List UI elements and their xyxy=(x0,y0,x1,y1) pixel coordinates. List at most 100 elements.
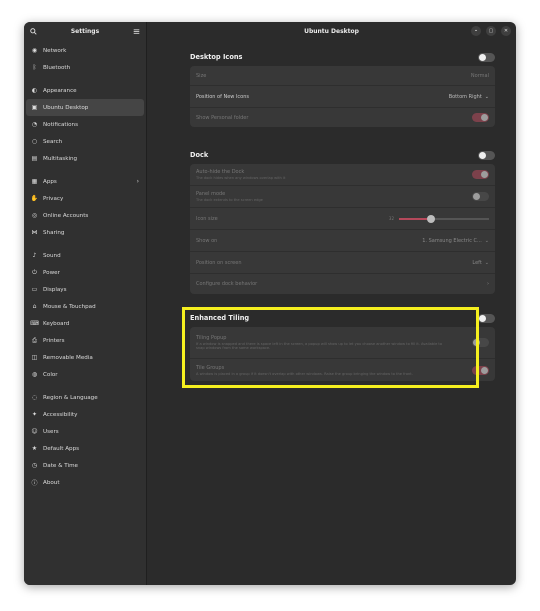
configure-dock-row[interactable]: Configure dock behavior › xyxy=(190,274,495,294)
show-on-row[interactable]: Show on 1. Samsung Electric C... ⌄ xyxy=(190,230,495,252)
sidebar-item-power[interactable]: ⏻ Power xyxy=(24,264,146,281)
sidebar-item-ubuntu-desktop[interactable]: ▣ Ubuntu Desktop xyxy=(26,99,144,116)
dock-icon-size-slider[interactable] xyxy=(399,214,489,223)
sidebar-list: ◉ Network ᛒ Bluetooth ◐ Appearance ▣ Ubuntu Des… xyxy=(24,42,146,491)
slider-knob[interactable] xyxy=(426,214,435,223)
sidebar-item-users[interactable]: ☺ Users xyxy=(24,423,146,440)
sidebar-item-color[interactable]: ◍ Color xyxy=(24,366,146,383)
clock-icon: ◷ xyxy=(31,462,38,469)
sidebar-item-network[interactable]: ◉ Network xyxy=(24,42,146,59)
apps-icon: ▦ xyxy=(31,178,38,185)
tiling-toggle[interactable] xyxy=(478,313,495,323)
tiling-card: Tiling Popup If a window is snapped and … xyxy=(190,327,495,381)
tile-groups-toggle[interactable] xyxy=(472,365,489,375)
sidebar-item-sound[interactable]: ♪ Sound xyxy=(24,247,146,264)
tiling-popup-label: Tiling Popup xyxy=(196,335,227,341)
bell-icon: ◔ xyxy=(31,121,38,128)
users-icon: ☺ xyxy=(31,428,38,435)
personal-folder-row: Show Personal folder xyxy=(190,108,495,127)
ubuntu-desktop-icon: ▣ xyxy=(31,104,38,111)
sidebar-item-label: About xyxy=(43,479,60,486)
chevron-down-icon: ⌄ xyxy=(484,259,489,266)
close-button[interactable]: ✕ xyxy=(501,26,511,36)
autohide-description: The dock hides when any windows overlap … xyxy=(196,176,286,180)
search-icon: ○ xyxy=(31,138,38,145)
header-bar: Ubuntu Desktop – ▢ ✕ xyxy=(147,22,516,41)
sidebar-item-date-time[interactable]: ◷ Date & Time xyxy=(24,457,146,474)
sidebar-item-mouse-touchpad[interactable]: ⌂ Mouse & Touchpad xyxy=(24,298,146,315)
bluetooth-icon: ᛒ xyxy=(32,64,37,71)
sidebar-item-label: Default Apps xyxy=(43,445,80,452)
panel-mode-label: Panel mode xyxy=(196,191,226,197)
sidebar-item-label: Power xyxy=(43,269,60,276)
sidebar-item-label: Color xyxy=(43,371,58,378)
sidebar-item-label: Displays xyxy=(43,286,67,293)
chevron-right-icon: › xyxy=(136,178,139,185)
mouse-icon: ⌂ xyxy=(32,303,37,310)
sidebar-item-appearance[interactable]: ◐ Appearance xyxy=(24,82,146,99)
sidebar-item-label: Sound xyxy=(43,252,61,259)
sidebar: Settings ◉ Network ᛒ Bluetooth ◐ Appearance ▣ U… xyxy=(24,22,147,585)
sidebar-item-bluetooth[interactable]: ᛒ Bluetooth xyxy=(24,59,146,76)
new-icons-position-dropdown[interactable]: Bottom Right ⌄ xyxy=(449,94,489,100)
chevron-down-icon: ⌄ xyxy=(484,237,489,244)
panel-mode-toggle[interactable] xyxy=(472,192,489,201)
tiling-title: Enhanced Tiling xyxy=(190,314,250,322)
sidebar-item-label: Ubuntu Desktop xyxy=(43,104,89,111)
sidebar-item-sharing[interactable]: ⋈ Sharing xyxy=(24,224,146,241)
maximize-icon: ▢ xyxy=(488,27,494,34)
sidebar-header: Settings xyxy=(24,22,146,41)
hand-icon: ✋ xyxy=(30,195,39,202)
sidebar-item-notifications[interactable]: ◔ Notifications xyxy=(24,116,146,133)
sidebar-item-region-language[interactable]: ◌ Region & Language xyxy=(24,389,146,406)
show-on-dropdown[interactable]: 1. Samsung Electric C... ⌄ xyxy=(422,238,489,244)
search-icon[interactable] xyxy=(30,28,37,35)
tile-groups-description: A window is placed in a group if it does… xyxy=(196,371,413,376)
icon-size-value: Normal xyxy=(470,72,489,79)
maximize-button[interactable]: ▢ xyxy=(486,26,496,36)
close-icon: ✕ xyxy=(503,27,509,34)
sidebar-item-label: Multitasking xyxy=(43,155,78,162)
autohide-toggle[interactable] xyxy=(472,170,489,179)
accounts-icon: ◎ xyxy=(31,212,38,219)
hamburger-menu-icon[interactable] xyxy=(133,28,140,35)
minimize-button[interactable]: – xyxy=(471,26,481,36)
icon-size-row[interactable]: Size Normal xyxy=(190,66,495,86)
sidebar-item-apps[interactable]: ▦ Apps › xyxy=(24,173,146,190)
dock-title: Dock xyxy=(190,151,209,159)
sidebar-item-keyboard[interactable]: ⌨ Keyboard xyxy=(24,315,146,332)
sidebar-item-label: Search xyxy=(43,138,63,145)
autohide-label: Auto-hide the Dock xyxy=(196,169,245,175)
tiling-section: Enhanced Tiling Tiling Popup If a window… xyxy=(190,311,495,381)
new-icons-position-row[interactable]: Position of New Icons Bottom Right ⌄ xyxy=(190,86,495,108)
sidebar-item-removable-media[interactable]: ◫ Removable Media xyxy=(24,349,146,366)
sidebar-item-about[interactable]: ⓘ About xyxy=(24,474,146,491)
dock-position-dropdown[interactable]: Left ⌄ xyxy=(472,260,489,266)
sidebar-item-search[interactable]: ○ Search xyxy=(24,133,146,150)
sidebar-item-default-apps[interactable]: ★ Default Apps xyxy=(24,440,146,457)
dock-position-row[interactable]: Position on screen Left ⌄ xyxy=(190,252,495,274)
personal-folder-toggle[interactable] xyxy=(472,113,489,122)
autohide-row: Auto-hide the Dock The dock hides when a… xyxy=(190,164,495,186)
dock-icon-size-label: Icon size xyxy=(196,215,218,222)
display-icon: ▭ xyxy=(31,286,38,293)
sidebar-item-displays[interactable]: ▭ Displays xyxy=(24,281,146,298)
dock-toggle[interactable] xyxy=(478,150,495,160)
sidebar-item-multitasking[interactable]: ▤ Multitasking xyxy=(24,150,146,167)
media-icon: ◫ xyxy=(31,354,38,361)
dock-section: Dock Auto-hide the Dock The dock hides w… xyxy=(190,148,495,294)
sidebar-item-online-accounts[interactable]: ◎ Online Accounts xyxy=(24,207,146,224)
new-icons-position-value: Bottom Right xyxy=(448,93,482,100)
dock-icon-size-value: 32 xyxy=(388,216,394,221)
minimize-icon: – xyxy=(474,27,478,34)
sidebar-item-printers[interactable]: ⎙ Printers xyxy=(24,332,146,349)
star-icon: ★ xyxy=(31,445,38,452)
sidebar-item-privacy[interactable]: ✋ Privacy xyxy=(24,190,146,207)
sidebar-item-label: Date & Time xyxy=(43,462,78,469)
dock-card: Auto-hide the Dock The dock hides when a… xyxy=(190,164,495,294)
tiling-popup-toggle[interactable] xyxy=(472,338,489,347)
sidebar-item-accessibility[interactable]: ✦ Accessibility xyxy=(24,406,146,423)
appearance-icon: ◐ xyxy=(31,87,38,94)
sidebar-title: Settings xyxy=(70,28,100,35)
desktop-icons-toggle[interactable] xyxy=(478,52,495,62)
